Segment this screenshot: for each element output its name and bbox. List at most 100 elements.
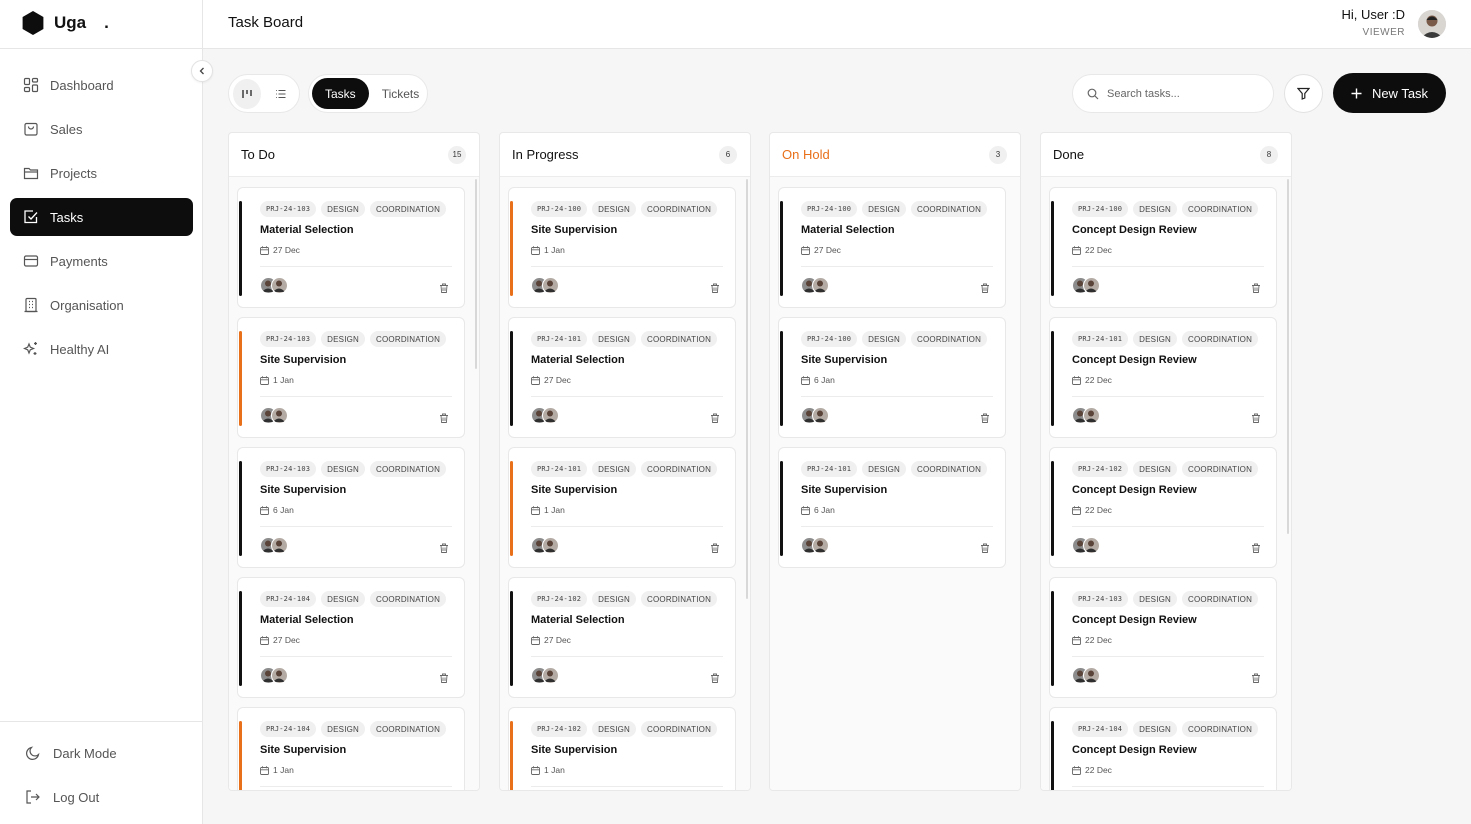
- task-card[interactable]: PRJ-24-100 DESIGN COORDINATION Material Sel…: [778, 187, 1006, 308]
- assignee-avatar[interactable]: [271, 537, 288, 554]
- trash-icon: [981, 283, 989, 293]
- delete-task-button[interactable]: [439, 670, 449, 688]
- user-greeting: Hi, User :D: [1341, 7, 1405, 22]
- delete-task-button[interactable]: [710, 280, 720, 298]
- column-title: In Progress: [512, 147, 579, 162]
- building-icon: [24, 297, 38, 313]
- category-tag: COORDINATION: [641, 331, 718, 347]
- delete-task-button[interactable]: [980, 540, 990, 558]
- assignee-avatar[interactable]: [542, 407, 559, 424]
- column-scrollbar[interactable]: [746, 179, 748, 599]
- sidebar-item-healthy-ai[interactable]: Healthy AI: [10, 330, 193, 368]
- delete-task-button[interactable]: [439, 410, 449, 428]
- task-card[interactable]: PRJ-24-100 DESIGN COORDINATION Site Supervi…: [508, 187, 736, 308]
- assignee-avatar[interactable]: [271, 277, 288, 294]
- delete-task-button[interactable]: [980, 280, 990, 298]
- delete-task-button[interactable]: [980, 410, 990, 428]
- tag-list: PRJ-24-103 DESIGN COORDINATION: [260, 331, 447, 347]
- task-due-date: 1 Jan: [531, 765, 565, 775]
- assignee-avatar[interactable]: [542, 667, 559, 684]
- trash-icon: [981, 543, 989, 553]
- delete-task-button[interactable]: [439, 280, 449, 298]
- delete-task-button[interactable]: [1251, 540, 1261, 558]
- sidebar-item-organisation[interactable]: Organisation: [10, 286, 193, 324]
- delete-task-button[interactable]: [1251, 410, 1261, 428]
- task-card[interactable]: PRJ-24-103 DESIGN COORDINATION Site Supervi…: [237, 447, 465, 568]
- assignee-avatar[interactable]: [812, 277, 829, 294]
- tab-tickets[interactable]: Tickets: [369, 78, 433, 109]
- task-card[interactable]: PRJ-24-102 DESIGN COORDINATION Site Supervi…: [508, 707, 736, 790]
- delete-task-button[interactable]: [1251, 670, 1261, 688]
- task-card[interactable]: PRJ-24-100 DESIGN COORDINATION Site Supervi…: [778, 317, 1006, 438]
- due-date-text: 22 Dec: [1085, 765, 1112, 775]
- sidebar-item-dashboard[interactable]: Dashboard: [10, 66, 193, 104]
- task-card[interactable]: PRJ-24-103 DESIGN COORDINATION Material Sel…: [237, 187, 465, 308]
- user-avatar[interactable]: [1418, 10, 1446, 38]
- folder-icon: [23, 167, 39, 180]
- priority-bar: [510, 721, 513, 790]
- card-divider: [801, 266, 993, 267]
- dark-mode-toggle[interactable]: Dark Mode: [25, 745, 117, 761]
- search-input[interactable]: [1107, 87, 1257, 100]
- sidebar-item-projects[interactable]: Projects: [10, 154, 193, 192]
- tag-list: PRJ-24-104 DESIGN COORDINATION: [260, 721, 447, 737]
- assignee-avatar[interactable]: [1083, 277, 1100, 294]
- trash-icon: [711, 283, 719, 293]
- category-tag: COORDINATION: [641, 201, 718, 217]
- sidebar-item-sales[interactable]: Sales: [10, 110, 193, 148]
- task-card[interactable]: PRJ-24-104 DESIGN COORDINATION Concept Desi…: [1049, 707, 1277, 790]
- brand[interactable]: Uga .: [22, 11, 109, 35]
- list-view-button[interactable]: [267, 79, 295, 109]
- assignee-avatars: [260, 277, 288, 294]
- priority-bar: [1051, 591, 1054, 686]
- new-task-button[interactable]: New Task: [1333, 73, 1446, 113]
- sidebar-item-tasks[interactable]: Tasks: [10, 198, 193, 236]
- tab-tasks[interactable]: Tasks: [312, 78, 369, 109]
- assignee-avatar[interactable]: [812, 537, 829, 554]
- task-due-date: 6 Jan: [801, 375, 835, 385]
- logout-button[interactable]: Log Out: [25, 789, 99, 805]
- task-card[interactable]: PRJ-24-101 DESIGN COORDINATION Concept Desi…: [1049, 317, 1277, 438]
- task-card[interactable]: PRJ-24-104 DESIGN COORDINATION Material Sel…: [237, 577, 465, 698]
- collapse-sidebar-button[interactable]: [191, 60, 213, 82]
- sidebar-item-payments[interactable]: Payments: [10, 242, 193, 280]
- task-card[interactable]: PRJ-24-101 DESIGN COORDINATION Material Sel…: [508, 317, 736, 438]
- tag-list: PRJ-24-100 DESIGN COORDINATION: [801, 331, 988, 347]
- sidebar-nav: Dashboard Sales Projects Tasks Payments …: [10, 66, 193, 374]
- task-card[interactable]: PRJ-24-100 DESIGN COORDINATION Concept Desi…: [1049, 187, 1277, 308]
- filter-button[interactable]: [1284, 74, 1323, 113]
- column-header: Done 8: [1041, 133, 1291, 177]
- task-card[interactable]: PRJ-24-103 DESIGN COORDINATION Site Supervi…: [237, 317, 465, 438]
- task-card[interactable]: PRJ-24-101 DESIGN COORDINATION Site Supervi…: [778, 447, 1006, 568]
- project-code-tag: PRJ-24-103: [260, 201, 317, 217]
- board-view-button[interactable]: [233, 78, 261, 109]
- due-date-text: 1 Jan: [544, 245, 565, 255]
- delete-task-button[interactable]: [710, 540, 720, 558]
- assignee-avatar[interactable]: [1083, 667, 1100, 684]
- delete-task-button[interactable]: [710, 410, 720, 428]
- assignee-avatar[interactable]: [812, 407, 829, 424]
- delete-task-button[interactable]: [1251, 280, 1261, 298]
- column-scrollbar[interactable]: [1287, 179, 1289, 534]
- task-card[interactable]: PRJ-24-102 DESIGN COORDINATION Material Sel…: [508, 577, 736, 698]
- task-card[interactable]: PRJ-24-101 DESIGN COORDINATION Site Supervi…: [508, 447, 736, 568]
- assignee-avatar[interactable]: [271, 667, 288, 684]
- delete-task-button[interactable]: [439, 540, 449, 558]
- assignee-avatar[interactable]: [271, 407, 288, 424]
- assignee-avatar[interactable]: [1083, 407, 1100, 424]
- column-body: PRJ-24-100 DESIGN COORDINATION Concept Desi…: [1041, 177, 1291, 790]
- task-card[interactable]: PRJ-24-102 DESIGN COORDINATION Concept Desi…: [1049, 447, 1277, 568]
- task-card[interactable]: PRJ-24-104 DESIGN COORDINATION Site Supervi…: [237, 707, 465, 790]
- column-scrollbar[interactable]: [475, 179, 477, 369]
- column-count-badge: 6: [719, 145, 737, 164]
- person-avatar-icon: [544, 280, 556, 292]
- assignee-avatar[interactable]: [1083, 537, 1100, 554]
- assignee-avatar[interactable]: [542, 277, 559, 294]
- task-card[interactable]: PRJ-24-103 DESIGN COORDINATION Concept Desi…: [1049, 577, 1277, 698]
- column-body: PRJ-24-100 DESIGN COORDINATION Material Sel…: [770, 177, 1020, 790]
- delete-task-button[interactable]: [710, 670, 720, 688]
- assignee-avatar[interactable]: [542, 537, 559, 554]
- column-title: To Do: [241, 147, 275, 162]
- person-avatar-icon: [814, 540, 826, 552]
- column-title: On Hold: [782, 147, 830, 162]
